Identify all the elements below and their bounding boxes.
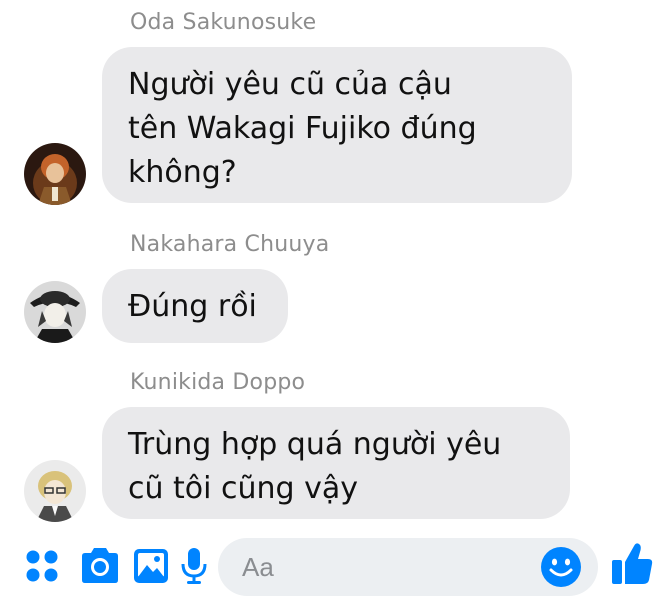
chuuya-avatar-icon[interactable] [24,281,86,343]
image-icon[interactable] [132,546,170,586]
sender-name: Nakahara Chuuya [130,232,330,257]
oda-avatar-icon[interactable] [24,143,86,205]
message-group: Oda Sakunosuke Người yêu cũ của cậu tên … [0,0,666,215]
chat-thread: Oda Sakunosuke Người yêu cũ của cậu tên … [0,0,666,530]
sender-name: Oda Sakunosuke [130,10,317,35]
camera-icon[interactable] [78,546,122,586]
kunikida-avatar-icon[interactable] [24,460,86,522]
message-input[interactable]: Aa [218,538,598,596]
microphone-icon[interactable] [180,546,208,586]
message-group: Kunikida Doppo Trùng hợp quá người yêu c… [0,360,666,530]
message-input-placeholder: Aa [242,552,274,582]
sender-name: Kunikida Doppo [130,370,306,395]
message-bubble[interactable]: Đúng rồi [102,269,288,343]
thumbs-up-icon[interactable] [610,540,654,588]
apps-grid-icon[interactable] [22,546,62,586]
message-bubble[interactable]: Người yêu cũ của cậu tên Wakagi Fujiko đ… [102,47,572,203]
message-bubble[interactable]: Trùng hợp quá người yêu cũ tôi cũng vậy [102,407,570,519]
composer-bar: Aa [0,530,666,600]
emoji-icon[interactable] [540,546,582,588]
message-group: Nakahara Chuuya Đúng rồi [0,222,666,352]
